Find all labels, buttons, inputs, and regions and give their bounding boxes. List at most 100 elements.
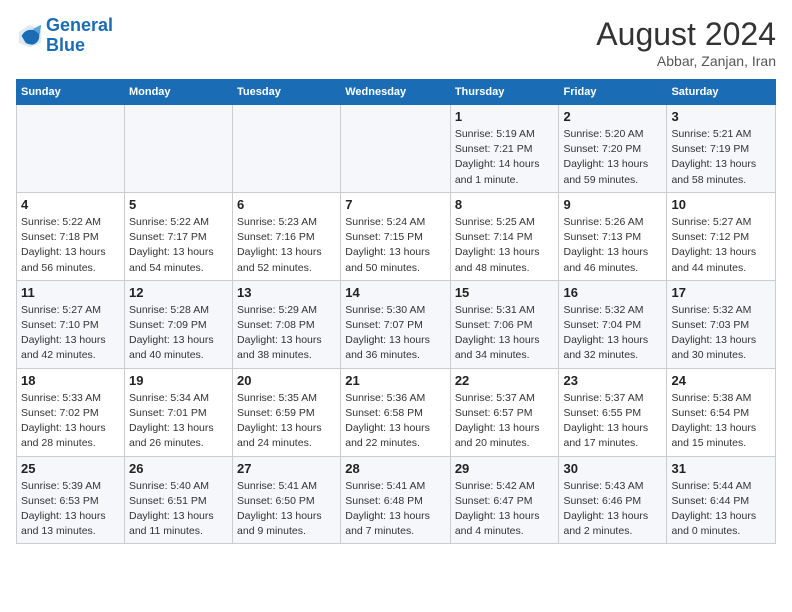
day-info: Sunrise: 5:28 AM Sunset: 7:09 PM Dayligh… [129,303,228,364]
day-info: Sunrise: 5:31 AM Sunset: 7:06 PM Dayligh… [455,303,555,364]
calendar-cell: 14 Sunrise: 5:30 AM Sunset: 7:07 PM Dayli… [341,280,451,368]
calendar-cell: 15 Sunrise: 5:31 AM Sunset: 7:06 PM Dayli… [450,280,559,368]
calendar-cell: 7 Sunrise: 5:24 AM Sunset: 7:15 PM Daylig… [341,192,451,280]
day-number: 29 [455,461,555,476]
weekday-header: Wednesday [341,80,451,105]
calendar-cell: 31Sunrise: 5:44 AM Sunset: 6:44 PM Dayli… [667,456,776,544]
calendar-cell: 24 Sunrise: 5:38 AM Sunset: 6:54 PM Dayli… [667,368,776,456]
weekday-header: Sunday [17,80,125,105]
day-number: 19 [129,373,228,388]
calendar-cell: 2 Sunrise: 5:20 AM Sunset: 7:20 PM Daylig… [559,105,667,193]
calendar-cell: 21 Sunrise: 5:36 AM Sunset: 6:58 PM Dayli… [341,368,451,456]
day-info: Sunrise: 5:22 AM Sunset: 7:17 PM Dayligh… [129,215,228,276]
calendar-cell: 28 Sunrise: 5:41 AM Sunset: 6:48 PM Dayli… [341,456,451,544]
day-info: Sunrise: 5:40 AM Sunset: 6:51 PM Dayligh… [129,479,228,540]
calendar-cell: 9Sunrise: 5:26 AM Sunset: 7:13 PM Daylig… [559,192,667,280]
calendar-cell: 23 Sunrise: 5:37 AM Sunset: 6:55 PM Dayli… [559,368,667,456]
calendar-cell: 5 Sunrise: 5:22 AM Sunset: 7:17 PM Daylig… [124,192,232,280]
day-info: Sunrise: 5:42 AM Sunset: 6:47 PM Dayligh… [455,479,555,540]
calendar-cell [17,105,125,193]
day-info: Sunrise: 5:20 AM Sunset: 7:20 PM Dayligh… [563,127,662,188]
day-info: Sunrise: 5:27 AM Sunset: 7:12 PM Dayligh… [671,215,771,276]
calendar-cell [124,105,232,193]
calendar-cell: 22 Sunrise: 5:37 AM Sunset: 6:57 PM Dayli… [450,368,559,456]
day-info: Sunrise: 5:41 AM Sunset: 6:48 PM Dayligh… [345,479,446,540]
day-number: 21 [345,373,446,388]
day-number: 23 [563,373,662,388]
day-number: 17 [671,285,771,300]
calendar-cell: 30 Sunrise: 5:43 AM Sunset: 6:46 PM Dayli… [559,456,667,544]
day-number: 7 [345,197,446,212]
day-info: Sunrise: 5:36 AM Sunset: 6:58 PM Dayligh… [345,391,446,452]
day-number: 27 [237,461,336,476]
day-number: 5 [129,197,228,212]
day-info: Sunrise: 5:34 AM Sunset: 7:01 PM Dayligh… [129,391,228,452]
day-info: Sunrise: 5:37 AM Sunset: 6:57 PM Dayligh… [455,391,555,452]
calendar-cell: 3 Sunrise: 5:21 AM Sunset: 7:19 PM Daylig… [667,105,776,193]
day-info: Sunrise: 5:32 AM Sunset: 7:03 PM Dayligh… [671,303,771,364]
calendar-week-row: 25 Sunrise: 5:39 AM Sunset: 6:53 PM Dayli… [17,456,776,544]
day-info: Sunrise: 5:30 AM Sunset: 7:07 PM Dayligh… [345,303,446,364]
day-number: 24 [671,373,771,388]
calendar-cell: 25 Sunrise: 5:39 AM Sunset: 6:53 PM Dayli… [17,456,125,544]
calendar-cell: 17 Sunrise: 5:32 AM Sunset: 7:03 PM Dayli… [667,280,776,368]
day-number: 12 [129,285,228,300]
location: Abbar, Zanjan, Iran [596,53,776,69]
day-number: 8 [455,197,555,212]
calendar-cell: 4 Sunrise: 5:22 AM Sunset: 7:18 PM Daylig… [17,192,125,280]
weekday-header-row: SundayMondayTuesdayWednesdayThursdayFrid… [17,80,776,105]
day-number: 2 [563,109,662,124]
day-number: 3 [671,109,771,124]
weekday-header: Friday [559,80,667,105]
calendar-cell: 26 Sunrise: 5:40 AM Sunset: 6:51 PM Dayli… [124,456,232,544]
day-info: Sunrise: 5:39 AM Sunset: 6:53 PM Dayligh… [21,479,120,540]
day-info: Sunrise: 5:19 AM Sunset: 7:21 PM Dayligh… [455,127,555,188]
logo: General Blue [16,16,113,56]
day-number: 28 [345,461,446,476]
day-number: 1 [455,109,555,124]
calendar-cell: 27 Sunrise: 5:41 AM Sunset: 6:50 PM Dayli… [233,456,341,544]
day-info: Sunrise: 5:25 AM Sunset: 7:14 PM Dayligh… [455,215,555,276]
day-number: 30 [563,461,662,476]
day-info: Sunrise: 5:27 AM Sunset: 7:10 PM Dayligh… [21,303,120,364]
calendar-cell: 20Sunrise: 5:35 AM Sunset: 6:59 PM Dayli… [233,368,341,456]
logo-text: General Blue [46,16,113,56]
calendar-week-row: 18Sunrise: 5:33 AM Sunset: 7:02 PM Dayli… [17,368,776,456]
day-info: Sunrise: 5:22 AM Sunset: 7:18 PM Dayligh… [21,215,120,276]
logo-line1: General [46,15,113,35]
weekday-header: Tuesday [233,80,341,105]
day-number: 22 [455,373,555,388]
calendar-cell: 13Sunrise: 5:29 AM Sunset: 7:08 PM Dayli… [233,280,341,368]
month-year: August 2024 [596,16,776,53]
day-info: Sunrise: 5:33 AM Sunset: 7:02 PM Dayligh… [21,391,120,452]
day-info: Sunrise: 5:43 AM Sunset: 6:46 PM Dayligh… [563,479,662,540]
calendar-week-row: 11 Sunrise: 5:27 AM Sunset: 7:10 PM Dayli… [17,280,776,368]
calendar-cell: 1 Sunrise: 5:19 AM Sunset: 7:21 PM Daylig… [450,105,559,193]
day-info: Sunrise: 5:41 AM Sunset: 6:50 PM Dayligh… [237,479,336,540]
day-number: 10 [671,197,771,212]
day-number: 26 [129,461,228,476]
day-number: 4 [21,197,120,212]
calendar-cell: 19 Sunrise: 5:34 AM Sunset: 7:01 PM Dayli… [124,368,232,456]
weekday-header: Thursday [450,80,559,105]
day-number: 9 [563,197,662,212]
weekday-header: Monday [124,80,232,105]
day-number: 11 [21,285,120,300]
day-info: Sunrise: 5:24 AM Sunset: 7:15 PM Dayligh… [345,215,446,276]
calendar-cell: 8 Sunrise: 5:25 AM Sunset: 7:14 PM Daylig… [450,192,559,280]
day-info: Sunrise: 5:21 AM Sunset: 7:19 PM Dayligh… [671,127,771,188]
day-info: Sunrise: 5:35 AM Sunset: 6:59 PM Dayligh… [237,391,336,452]
calendar-cell [341,105,451,193]
calendar-week-row: 4 Sunrise: 5:22 AM Sunset: 7:18 PM Daylig… [17,192,776,280]
day-number: 25 [21,461,120,476]
day-info: Sunrise: 5:23 AM Sunset: 7:16 PM Dayligh… [237,215,336,276]
day-info: Sunrise: 5:37 AM Sunset: 6:55 PM Dayligh… [563,391,662,452]
day-info: Sunrise: 5:32 AM Sunset: 7:04 PM Dayligh… [563,303,662,364]
calendar-cell [233,105,341,193]
day-number: 14 [345,285,446,300]
day-info: Sunrise: 5:38 AM Sunset: 6:54 PM Dayligh… [671,391,771,452]
day-info: Sunrise: 5:29 AM Sunset: 7:08 PM Dayligh… [237,303,336,364]
page-header: General Blue August 2024 Abbar, Zanjan, … [16,16,776,69]
calendar-cell: 18Sunrise: 5:33 AM Sunset: 7:02 PM Dayli… [17,368,125,456]
day-number: 15 [455,285,555,300]
